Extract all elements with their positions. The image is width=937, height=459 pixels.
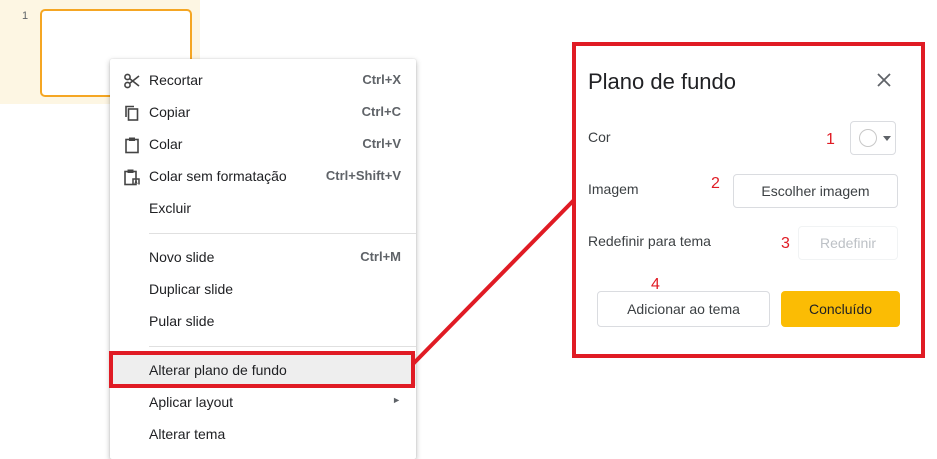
menu-item-apply-layout[interactable]: Aplicar layout ► <box>110 386 416 418</box>
menu-item-label: Copiar <box>149 104 191 120</box>
menu-item-cut[interactable]: Recortar Ctrl+X <box>110 64 416 96</box>
menu-item-shortcut: Ctrl+C <box>361 104 401 119</box>
menu-item-label: Colar <box>149 136 183 152</box>
clipboard-icon <box>125 137 139 154</box>
menu-item-duplicate-slide[interactable]: Duplicar slide <box>110 273 416 305</box>
menu-item-shortcut: Ctrl+M <box>360 249 401 264</box>
menu-item-paste[interactable]: Colar Ctrl+V <box>110 128 416 160</box>
menu-item-copy[interactable]: Copiar Ctrl+C <box>110 96 416 128</box>
menu-item-shortcut: Ctrl+X <box>362 72 401 87</box>
menu-item-delete[interactable]: Excluir <box>110 192 416 224</box>
menu-item-label: Alterar tema <box>149 426 226 442</box>
menu-item-shortcut: Ctrl+Shift+V <box>325 168 401 183</box>
menu-item-label: Novo slide <box>149 249 215 265</box>
menu-item-label: Recortar <box>149 72 203 88</box>
context-menu: Recortar Ctrl+X Copiar Ctrl+C Colar Ctrl… <box>110 59 416 459</box>
scissors-icon <box>124 73 140 89</box>
menu-divider <box>149 233 416 234</box>
menu-item-label: Colar sem formatação <box>149 168 287 184</box>
menu-divider <box>149 346 416 347</box>
paste-plain-icon: A <box>124 169 140 186</box>
menu-item-paste-plain[interactable]: A Colar sem formatação Ctrl+Shift+V <box>110 160 416 192</box>
slide-number: 1 <box>22 10 29 22</box>
menu-item-label: Aplicar layout <box>149 394 234 410</box>
highlight-box-dialog <box>572 42 925 358</box>
highlight-box-menu-item <box>109 351 415 388</box>
submenu-arrow-icon: ► <box>392 395 401 405</box>
menu-item-shortcut: Ctrl+V <box>362 136 401 151</box>
menu-item-label: Pular slide <box>149 313 215 329</box>
menu-item-new-slide[interactable]: Novo slide Ctrl+M <box>110 241 416 273</box>
menu-item-skip-slide[interactable]: Pular slide <box>110 305 416 337</box>
menu-item-change-theme[interactable]: Alterar tema <box>110 418 416 450</box>
menu-item-label: Duplicar slide <box>149 281 234 297</box>
copy-icon <box>125 105 139 121</box>
svg-text:A: A <box>134 180 138 186</box>
menu-item-label: Excluir <box>149 200 192 216</box>
